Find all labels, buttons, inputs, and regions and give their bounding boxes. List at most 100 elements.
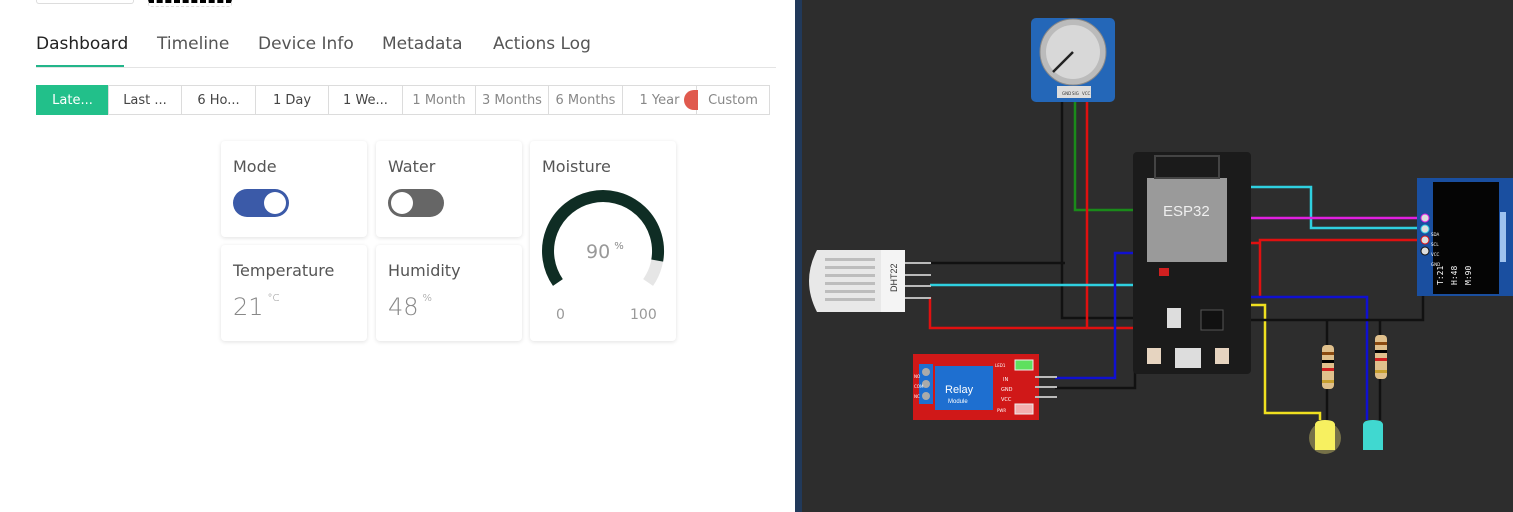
- humidity-widget: Humidity 48%: [376, 245, 522, 341]
- relay-pin-label: IN: [1003, 377, 1008, 383]
- led-body: [1363, 420, 1383, 450]
- water-widget: Water: [376, 141, 522, 237]
- relay-sublabel: Module: [948, 399, 968, 405]
- tab-actions-log[interactable]: Actions Log: [493, 34, 591, 54]
- tab-metadata[interactable]: Metadata: [382, 34, 463, 54]
- unit-text: %: [614, 241, 624, 252]
- relay-terminal-label: NO: [914, 374, 920, 379]
- oled-display[interactable]: T:21 H:48 M:90 SDA SCL VCC GND: [1417, 178, 1513, 296]
- led-body: [1315, 420, 1335, 450]
- humidity-value: 48%: [388, 293, 432, 321]
- relay-pin: [1035, 396, 1057, 398]
- dht22-pin: [905, 262, 931, 264]
- mode-switch[interactable]: [233, 189, 289, 217]
- switch-knob: [264, 192, 286, 214]
- unit-text: %: [422, 293, 433, 304]
- usb-port: [1175, 348, 1201, 368]
- panel-divider[interactable]: [795, 0, 802, 512]
- range-latest-button[interactable]: Late...: [36, 85, 109, 115]
- switch-knob: [391, 192, 413, 214]
- oled-pin: [1420, 213, 1430, 223]
- tab-timeline[interactable]: Timeline: [157, 34, 229, 54]
- moisture-value: 90%: [586, 241, 624, 263]
- wire: [1247, 238, 1423, 298]
- value-text: 21: [233, 293, 264, 321]
- gauge-fill: [542, 190, 664, 286]
- tab-device-info[interactable]: Device Info: [258, 34, 354, 54]
- wire: [928, 297, 1087, 330]
- widget-title: Temperature: [233, 261, 335, 280]
- water-switch[interactable]: [388, 189, 444, 217]
- pot-pin-label: SIG: [1072, 91, 1079, 96]
- range-last-button[interactable]: Last ...: [108, 85, 182, 115]
- tab-dashboard[interactable]: Dashboard: [36, 34, 128, 54]
- value-text: 48: [388, 293, 419, 321]
- resistor[interactable]: [1375, 335, 1387, 379]
- circuit-canvas[interactable]: GND SIG VCC ESP32 DHT22 Relay Module NO …: [795, 0, 1513, 512]
- oled-pin-label: SCL: [1431, 242, 1439, 247]
- relay-led-label: PWR: [997, 408, 1006, 413]
- oled-text-line: H:48: [1450, 266, 1459, 285]
- esp32-module: [1147, 178, 1227, 262]
- esp32-board[interactable]: ESP32: [1133, 152, 1251, 374]
- unit-text: °C: [267, 293, 280, 304]
- pot-pin-label: VCC: [1082, 91, 1091, 96]
- circuit-simulator[interactable]: GND SIG VCC ESP32 DHT22 Relay Module NO …: [795, 0, 1513, 512]
- led-indicator: [1159, 268, 1169, 276]
- potentiometer[interactable]: GND SIG VCC: [1031, 18, 1115, 102]
- range-1-month-button[interactable]: 1 Month: [402, 85, 476, 115]
- resistor[interactable]: [1322, 345, 1334, 389]
- widget-title: Humidity: [388, 261, 461, 280]
- wire: [1245, 252, 1425, 322]
- relay-pin: [1035, 386, 1057, 388]
- range-6-hours-button[interactable]: 6 Ho...: [181, 85, 256, 115]
- time-range-selector: Late... Last ... 6 Ho... 1 Day 1 We... 1…: [36, 85, 770, 115]
- range-6-months-button[interactable]: 6 Months: [548, 85, 623, 115]
- relay-terminal-label: COM: [914, 384, 924, 389]
- widget-title: Mode: [233, 157, 277, 176]
- dht22-pin: [905, 285, 931, 287]
- esp32-label: ESP32: [1163, 203, 1210, 220]
- dht22-sensor[interactable]: DHT22: [809, 250, 931, 312]
- wire: [1055, 300, 1137, 390]
- relay-label: Relay: [945, 384, 974, 396]
- notification-badge: [684, 90, 698, 110]
- header-control[interactable]: [36, 0, 134, 4]
- cyan-led[interactable]: [1363, 420, 1383, 450]
- oled-pin: [1420, 246, 1430, 256]
- relay-terminal-label: NC: [914, 394, 920, 399]
- relay-module[interactable]: Relay Module NO COM NC LED1 PWR IN GND V…: [913, 354, 1057, 420]
- range-custom-button[interactable]: Custom: [696, 85, 770, 115]
- moisture-widget: Moisture 90% 0 100: [530, 141, 676, 341]
- boot-button[interactable]: [1147, 348, 1161, 364]
- header-control[interactable]: [148, 0, 232, 7]
- pot-pin-label: GND: [1062, 91, 1071, 96]
- terminal-screw: [922, 392, 930, 400]
- range-1-week-button[interactable]: 1 We...: [328, 85, 403, 115]
- oled-pin-label: VCC: [1431, 252, 1440, 257]
- wire: [1085, 100, 1140, 330]
- wire: [1247, 185, 1423, 230]
- relay-pin-label: GND: [1001, 387, 1013, 393]
- range-1-day-button[interactable]: 1 Day: [255, 85, 329, 115]
- dashboard-panel: Dashboard Timeline Device Info Metadata …: [0, 0, 795, 512]
- temperature-value: 21 °C: [233, 293, 280, 321]
- relay-pwr-led: [1014, 403, 1034, 415]
- oled-text-line: T:21: [1436, 266, 1445, 285]
- dht22-pin: [905, 274, 931, 276]
- temperature-widget: Temperature 21 °C: [221, 245, 367, 341]
- usb-chip: [1200, 309, 1224, 331]
- wire: [1247, 303, 1322, 420]
- oled-pin: [1420, 235, 1430, 245]
- relay-led-label: LED1: [995, 363, 1006, 368]
- reset-button[interactable]: [1215, 348, 1229, 364]
- oled-pin-label: SDA: [1431, 232, 1440, 237]
- yellow-led[interactable]: [1309, 420, 1341, 454]
- oled-pin-label: GND: [1431, 262, 1440, 267]
- relay-pin: [1035, 376, 1057, 378]
- oled-text-line: M:90: [1464, 266, 1473, 285]
- oled-pin: [1420, 224, 1430, 234]
- range-3-months-button[interactable]: 3 Months: [475, 85, 549, 115]
- tab-bar: Dashboard Timeline Device Info Metadata …: [36, 30, 776, 68]
- gauge-min-label: 0: [556, 307, 565, 323]
